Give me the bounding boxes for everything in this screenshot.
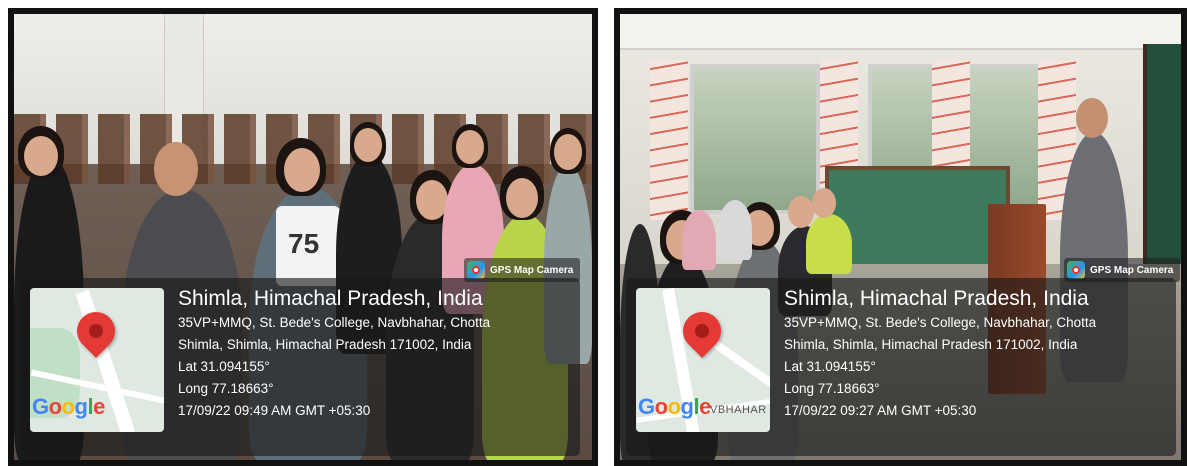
address-line-1: 35VP+MMQ, St. Bede's College, Navbhahar,… (784, 315, 1097, 330)
google-logo: Google (638, 394, 711, 419)
gps-badge-label: GPS Map Camera (1090, 264, 1174, 276)
geotag-info: Shimla, Himachal Pradesh, India 35VP+MMQ… (178, 286, 572, 422)
shirt-print: 75 (288, 228, 320, 259)
longitude: Long 77.18663° (178, 381, 274, 396)
student-shirt: 75 (276, 206, 340, 286)
student-figure (718, 200, 752, 260)
teacher-face (1076, 98, 1108, 138)
ceiling (620, 14, 1181, 50)
gps-camera-icon (467, 261, 485, 279)
address-line-2: Shimla, Shimla, Himachal Pradesh 171002,… (784, 337, 1078, 352)
window (690, 64, 820, 214)
latitude: Lat 31.094155° (178, 359, 270, 374)
student-face (284, 148, 320, 192)
photo-scene-left: 75 GPS Map Camera Google Shimla, Himacha… (14, 14, 592, 460)
location-title: Shimla, Himachal Pradesh, India (178, 287, 483, 310)
student-face (554, 134, 582, 170)
geotag-info: Shimla, Himachal Pradesh, India 35VP+MMQ… (784, 286, 1168, 422)
photo-scene-right: GPS Map Camera Google VBHAHAR Shimla, Hi… (620, 14, 1181, 460)
google-logo: Google (32, 394, 105, 419)
latitude: Lat 31.094155° (784, 359, 876, 374)
photo-lecture: GPS Map Camera Google VBHAHAR Shimla, Hi… (614, 8, 1187, 466)
timestamp: 17/09/22 09:27 AM GMT +05:30 (784, 403, 977, 418)
student-face (788, 196, 814, 228)
photo-classroom-group: 75 GPS Map Camera Google Shimla, Himacha… (8, 8, 598, 466)
student-face (506, 178, 538, 218)
side-chalkboard (1143, 44, 1181, 274)
timestamp: 17/09/22 09:49 AM GMT +05:30 (178, 403, 371, 418)
address-line-1: 35VP+MMQ, St. Bede's College, Navbhahar,… (178, 315, 491, 330)
longitude: Long 77.18663° (784, 381, 880, 396)
green-chalkboard (825, 166, 1010, 274)
geotag-overlay: Google Shimla, Himachal Pradesh, India 3… (20, 278, 580, 456)
student-face (812, 188, 836, 218)
location-title: Shimla, Himachal Pradesh, India (784, 287, 1089, 310)
geotag-overlay: Google VBHAHAR Shimla, Himachal Pradesh,… (626, 278, 1176, 456)
gps-camera-icon (1067, 261, 1085, 279)
student-figure (682, 210, 716, 270)
map-place-label: VBHAHAR (710, 404, 767, 416)
student-figure (806, 214, 852, 274)
map-thumbnail: Google (30, 288, 164, 432)
student-face (24, 136, 58, 176)
address-line-2: Shimla, Shimla, Himachal Pradesh 171002,… (178, 337, 472, 352)
student-face (354, 128, 382, 162)
gps-badge-label: GPS Map Camera (490, 264, 574, 276)
student-face (456, 130, 484, 164)
teacher-face (154, 142, 198, 196)
curtain (650, 60, 688, 220)
map-thumbnail: Google VBHAHAR (636, 288, 770, 432)
